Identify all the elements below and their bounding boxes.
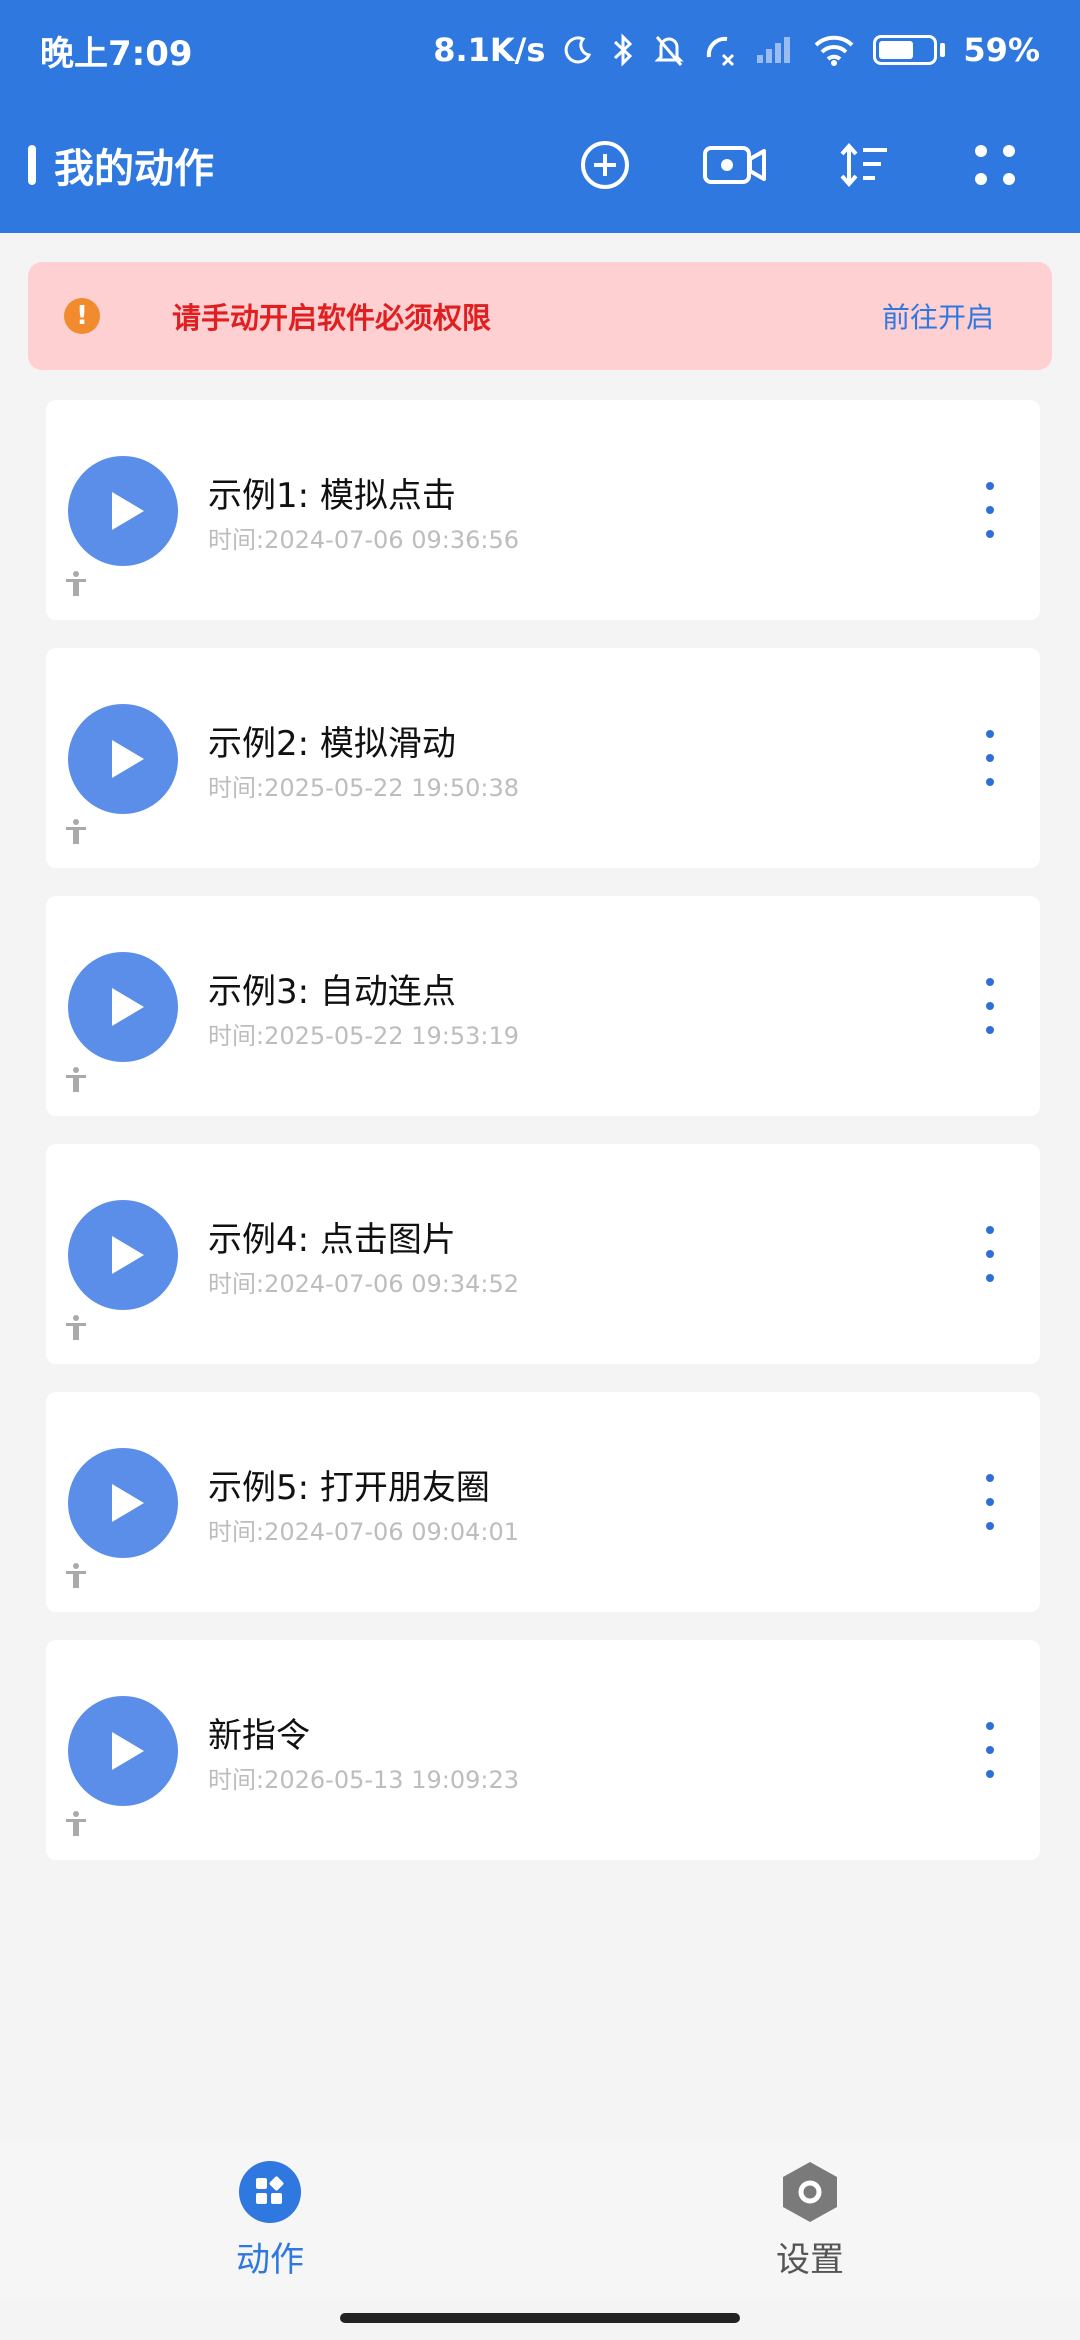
bluetooth-icon	[611, 33, 635, 67]
play-button[interactable]	[68, 456, 178, 566]
header-actions	[540, 110, 1060, 220]
sort-icon	[840, 142, 887, 188]
bottom-nav: 动作 设置	[0, 2140, 1080, 2300]
warning-text: 请手动开启软件必须权限	[172, 301, 492, 335]
action-time: 时间:2026-05-13 19:09:23	[208, 1766, 519, 1794]
battery-percent: 59%	[963, 31, 1040, 69]
action-title: 示例3: 自动连点	[208, 972, 456, 1012]
add-icon	[581, 141, 629, 189]
record-video-icon	[703, 146, 766, 184]
action-item[interactable]: 示例3: 自动连点 时间:2025-05-22 19:53:19	[46, 896, 1040, 1116]
play-icon	[112, 1484, 144, 1522]
nav-actions-label: 动作	[236, 2239, 304, 2280]
status-bar: 晚上7:09 8.1K/s 59%	[0, 0, 1080, 100]
action-title: 示例1: 模拟点击	[208, 476, 456, 516]
play-button[interactable]	[68, 704, 178, 814]
actions-grid-icon	[239, 2160, 301, 2223]
item-more-button[interactable]	[980, 978, 1000, 1034]
status-time: 晚上7:09	[40, 33, 193, 74]
action-item[interactable]: 示例5: 打开朋友圈 时间:2024-07-06 09:04:01	[46, 1392, 1040, 1612]
add-button[interactable]	[540, 110, 670, 220]
more-vertical-icon	[986, 482, 994, 490]
accessibility-icon	[66, 1315, 86, 1340]
action-item[interactable]: 示例4: 点击图片 时间:2024-07-06 09:34:52	[46, 1144, 1040, 1364]
action-time: 时间:2024-07-06 09:36:56	[208, 526, 519, 554]
action-title: 新指令	[208, 1716, 310, 1756]
more-vertical-icon	[986, 1474, 994, 1482]
item-more-button[interactable]	[980, 482, 1000, 538]
hd-call-icon	[703, 33, 737, 67]
accessibility-icon	[66, 1563, 86, 1588]
action-title: 示例4: 点击图片	[208, 1220, 456, 1260]
sort-button[interactable]	[800, 110, 930, 220]
net-speed: 8.1K/s	[433, 31, 546, 69]
home-indicator[interactable]	[340, 2313, 740, 2323]
action-list: 示例1: 模拟点击 时间:2024-07-06 09:36:56 示例2: 模拟…	[46, 400, 1040, 1888]
play-button[interactable]	[68, 1696, 178, 1806]
more-vertical-icon	[986, 730, 994, 738]
play-icon	[112, 1732, 144, 1770]
item-more-button[interactable]	[980, 1226, 1000, 1282]
accessibility-icon	[66, 571, 86, 596]
wifi-icon	[813, 34, 855, 66]
more-dots-icon	[975, 145, 1015, 185]
moon-icon	[563, 35, 593, 65]
page-title: 我的动作	[54, 146, 214, 192]
nav-actions-tab[interactable]: 动作	[0, 2140, 540, 2300]
play-icon	[112, 988, 144, 1026]
play-button[interactable]	[68, 952, 178, 1062]
warning-icon: !	[64, 298, 100, 334]
action-time: 时间:2025-05-22 19:50:38	[208, 774, 519, 802]
more-menu-button[interactable]	[930, 110, 1060, 220]
record-button[interactable]	[670, 110, 800, 220]
action-time: 时间:2024-07-06 09:34:52	[208, 1270, 519, 1298]
status-icons: 8.1K/s 59%	[433, 31, 1040, 69]
play-icon	[112, 492, 144, 530]
open-permission-link[interactable]: 前往开启	[882, 296, 994, 336]
play-icon	[112, 740, 144, 778]
action-title: 示例2: 模拟滑动	[208, 724, 456, 764]
permission-warning-banner: ! 请手动开启软件必须权限 前往开启	[28, 262, 1052, 370]
item-more-button[interactable]	[980, 1722, 1000, 1778]
action-time: 时间:2025-05-22 19:53:19	[208, 1022, 519, 1050]
settings-hexagon-icon	[783, 2161, 837, 2222]
title-accent-bar	[28, 145, 36, 185]
action-item[interactable]: 示例2: 模拟滑动 时间:2025-05-22 19:50:38	[46, 648, 1040, 868]
more-vertical-icon	[986, 1722, 994, 1730]
action-title: 示例5: 打开朋友圈	[208, 1468, 490, 1508]
app-header: 晚上7:09 8.1K/s 59% 我的动作	[0, 0, 1080, 233]
play-button[interactable]	[68, 1200, 178, 1310]
more-vertical-icon	[986, 978, 994, 986]
action-item[interactable]: 示例1: 模拟点击 时间:2024-07-06 09:36:56	[46, 400, 1040, 620]
more-vertical-icon	[986, 1226, 994, 1234]
action-time: 时间:2024-07-06 09:04:01	[208, 1518, 519, 1546]
accessibility-icon	[66, 819, 86, 844]
signal-icon	[755, 35, 795, 65]
bell-muted-icon	[653, 33, 685, 67]
action-item[interactable]: 新指令 时间:2026-05-13 19:09:23	[46, 1640, 1040, 1860]
nav-settings-label: 设置	[776, 2239, 844, 2280]
battery-icon	[873, 35, 946, 65]
accessibility-icon	[66, 1067, 86, 1092]
play-button[interactable]	[68, 1448, 178, 1558]
item-more-button[interactable]	[980, 1474, 1000, 1530]
nav-settings-tab[interactable]: 设置	[540, 2140, 1080, 2300]
accessibility-icon	[66, 1811, 86, 1836]
item-more-button[interactable]	[980, 730, 1000, 786]
play-icon	[112, 1236, 144, 1274]
